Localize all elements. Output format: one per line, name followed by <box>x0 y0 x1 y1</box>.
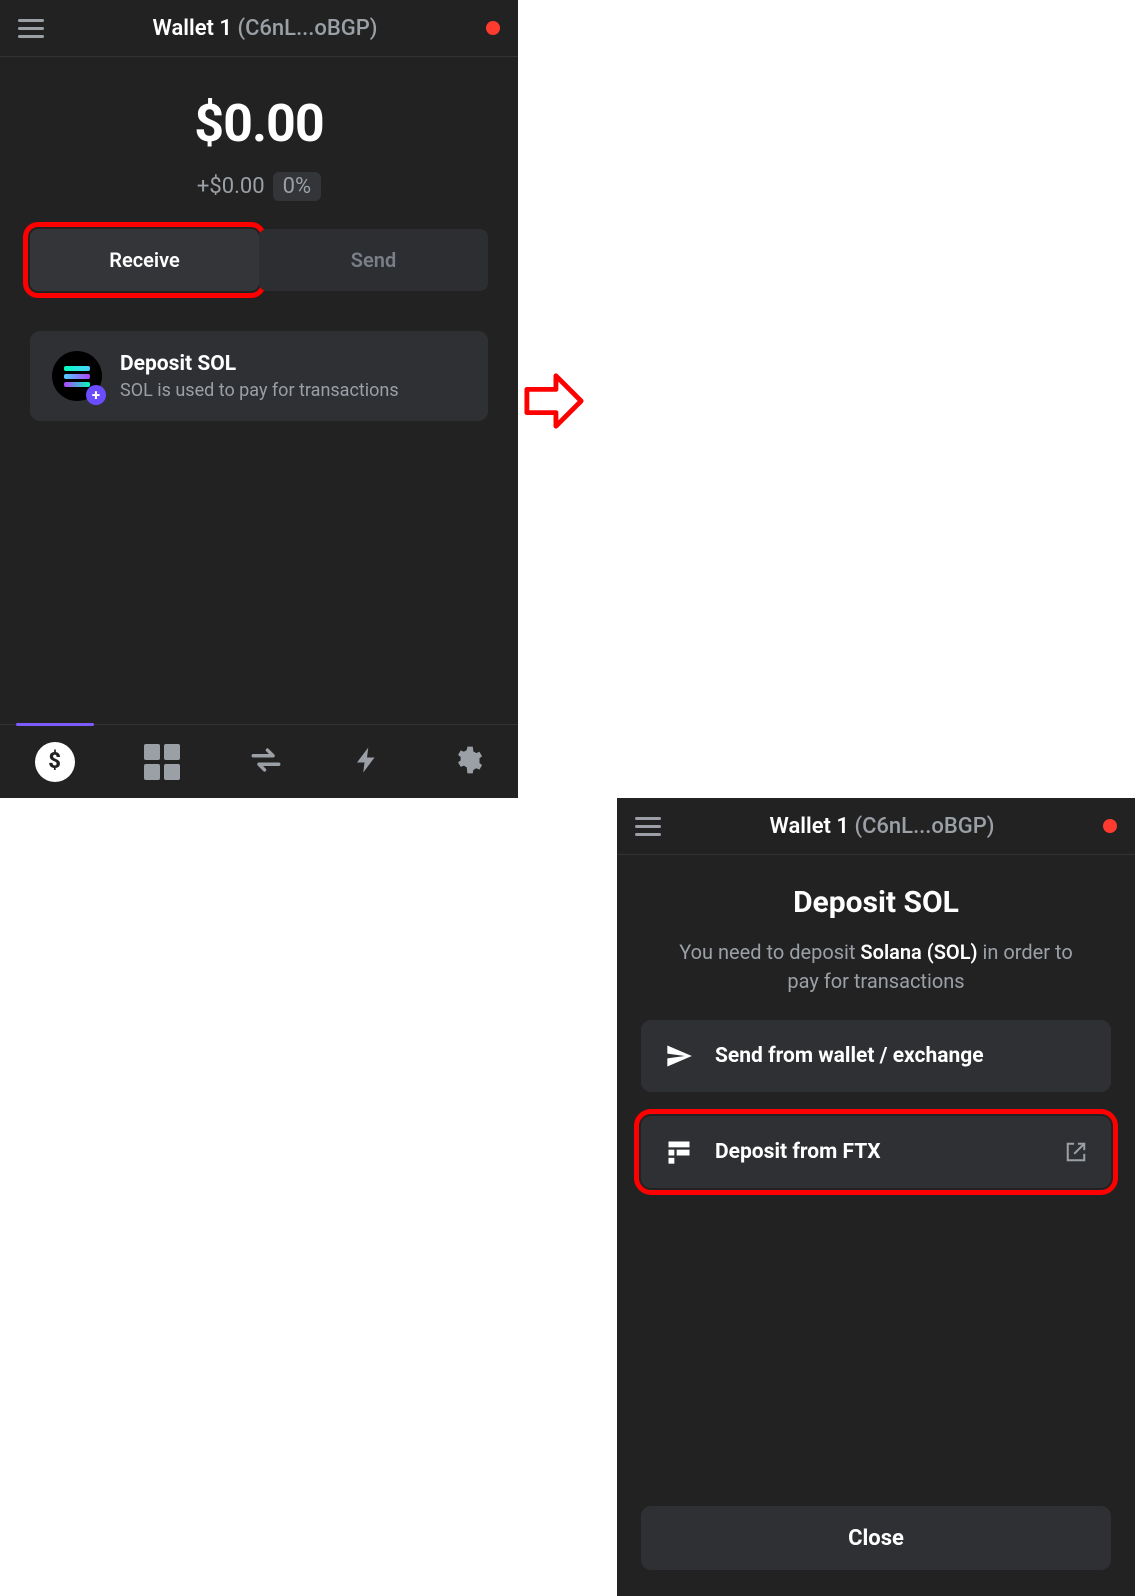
nav-swap[interactable] <box>249 743 283 781</box>
sheet-title: Deposit SOL <box>617 885 1135 920</box>
deposit-sol-card[interactable]: + Deposit SOL SOL is used to pay for tra… <box>30 331 488 421</box>
header-divider <box>617 854 1135 855</box>
receive-label: Receive <box>109 248 180 272</box>
deposit-card-text: Deposit SOL SOL is used to pay for trans… <box>120 352 399 401</box>
balance-pct: 0% <box>273 172 321 201</box>
instr-pre: You need to deposit <box>679 940 860 964</box>
wallet-title[interactable]: Wallet 1 (C6nL...oBGP) <box>44 16 486 41</box>
flow-arrow-icon <box>523 370 585 432</box>
plus-badge-icon: + <box>86 385 106 405</box>
status-dot-icon[interactable] <box>486 21 500 35</box>
wallet-address: (C6nL...oBGP) <box>854 814 994 839</box>
nav-balances[interactable]: $ <box>35 742 75 782</box>
option-send-label: Send from wallet / exchange <box>715 1044 984 1068</box>
hamburger-menu-icon[interactable] <box>18 19 44 38</box>
nav-indicator <box>16 723 94 726</box>
ftx-icon <box>665 1138 693 1166</box>
dollar-icon: $ <box>35 742 75 782</box>
grid-icon <box>144 744 180 780</box>
balance-delta: +$0.00 <box>197 174 265 199</box>
wallet-address: (C6nL...oBGP) <box>237 16 377 41</box>
nav-settings[interactable] <box>451 744 483 780</box>
hamburger-menu-icon[interactable] <box>635 817 661 836</box>
bottom-nav: $ <box>0 724 518 798</box>
wallet-title[interactable]: Wallet 1 (C6nL...oBGP) <box>661 814 1103 839</box>
instr-em: Solana (SOL) <box>860 940 977 964</box>
send-label: Send <box>351 248 396 272</box>
send-button[interactable]: Send <box>259 229 488 291</box>
close-label: Close <box>848 1526 904 1551</box>
balance-area: $0.00 +$0.00 0% <box>0 57 518 201</box>
sheet-subtitle: You need to deposit Solana (SOL) in orde… <box>667 938 1085 996</box>
receive-button[interactable]: Receive <box>30 229 259 291</box>
gear-icon <box>451 744 483 776</box>
deposit-title: Deposit SOL <box>120 352 399 376</box>
solana-icon: + <box>52 351 102 401</box>
status-dot-icon[interactable] <box>1103 819 1117 833</box>
option-ftx-label: Deposit from FTX <box>715 1140 881 1164</box>
deposit-sol-sheet: Wallet 1 (C6nL...oBGP) Deposit SOL You n… <box>617 798 1135 1596</box>
wallet-home-screen: Wallet 1 (C6nL...oBGP) $0.00 +$0.00 0% R… <box>0 0 518 798</box>
deposit-subtitle: SOL is used to pay for transactions <box>120 380 399 401</box>
nav-activity[interactable] <box>352 745 382 779</box>
external-link-icon <box>1065 1141 1087 1163</box>
option-deposit-ftx[interactable]: Deposit from FTX <box>641 1116 1111 1188</box>
header-bar: Wallet 1 (C6nL...oBGP) <box>0 0 518 56</box>
wallet-name: Wallet 1 <box>153 16 232 41</box>
balance-amount: $0.00 <box>0 93 518 154</box>
nav-collectibles[interactable] <box>144 744 180 780</box>
close-button[interactable]: Close <box>641 1506 1111 1570</box>
swap-icon <box>249 743 283 777</box>
lightning-icon <box>352 745 382 775</box>
header-bar: Wallet 1 (C6nL...oBGP) <box>617 798 1135 854</box>
option-send-from-wallet[interactable]: Send from wallet / exchange <box>641 1020 1111 1092</box>
send-icon <box>665 1042 693 1070</box>
wallet-name: Wallet 1 <box>770 814 849 839</box>
balance-change: +$0.00 0% <box>0 172 518 201</box>
action-row: Receive Send <box>30 229 488 291</box>
